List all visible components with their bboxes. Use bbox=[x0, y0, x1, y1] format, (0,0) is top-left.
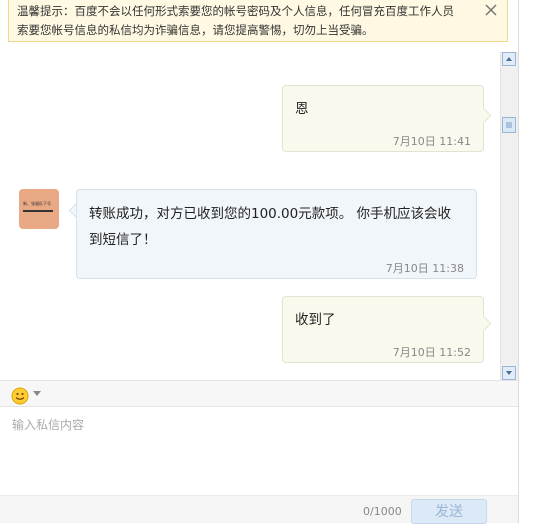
character-counter: 0/1000 bbox=[363, 505, 402, 518]
warning-line-1: 温馨提示：百度不会以任何形式索要您的帐号密码及个人信息，任何冒充百度工作人员 bbox=[17, 4, 454, 18]
chat-scrollbar[interactable] bbox=[500, 52, 518, 380]
message-text: 转账成功，对方已收到您的100.00元款项。 你手机应该会收 到短信了！ bbox=[89, 201, 451, 253]
security-warning-banner: 温馨提示：百度不会以任何形式索要您的帐号密码及个人信息，任何冒充百度工作人员 索… bbox=[8, 0, 508, 42]
composer-toolbar bbox=[0, 380, 518, 407]
send-button[interactable]: 发送 bbox=[411, 499, 487, 524]
warning-text: 温馨提示：百度不会以任何形式索要您的帐号密码及个人信息，任何冒充百度工作人员 索… bbox=[17, 2, 487, 40]
grip-icon bbox=[506, 122, 512, 128]
message-bubble-sent: 恩 7月10日 11:41 bbox=[282, 85, 484, 152]
message-bubble-sent: 收到了 7月10日 11:52 bbox=[282, 296, 484, 363]
message-text-line-1: 转账成功，对方已收到您的100.00元款项。 你手机应该会收 bbox=[89, 206, 452, 222]
message-timestamp: 7月10日 11:38 bbox=[385, 262, 464, 275]
message-timestamp: 7月10日 11:52 bbox=[392, 346, 471, 359]
close-icon[interactable] bbox=[483, 2, 499, 18]
avatar-line bbox=[23, 210, 53, 212]
message-text: 恩 bbox=[295, 101, 309, 117]
chevron-up-icon bbox=[506, 57, 512, 61]
warning-line-2: 索要您帐号信息的私信均为诈骗信息，请您提高警惕，切勿上当受骗。 bbox=[17, 23, 374, 37]
chevron-down-icon[interactable] bbox=[33, 391, 41, 396]
message-bubble-received: 转账成功，对方已收到您的100.00元款项。 你手机应该会收 到短信了！ 7月1… bbox=[76, 189, 477, 279]
scroll-thumb[interactable] bbox=[502, 117, 516, 133]
avatar-caption: 新、张福队下号 bbox=[23, 201, 51, 206]
scroll-down-button[interactable] bbox=[502, 366, 516, 380]
message-text: 收到了 bbox=[295, 312, 336, 328]
message-composer[interactable] bbox=[0, 407, 518, 495]
scroll-up-button[interactable] bbox=[502, 52, 516, 66]
message-text-line-2: 到短信了！ bbox=[89, 232, 157, 248]
smiley-icon[interactable] bbox=[11, 387, 29, 405]
message-timestamp: 7月10日 11:41 bbox=[392, 135, 471, 148]
message-input[interactable] bbox=[0, 407, 518, 495]
avatar[interactable]: 新、张福队下号 bbox=[19, 189, 59, 229]
message-panel: 温馨提示：百度不会以任何形式索要您的帐号密码及个人信息，任何冒充百度工作人员 索… bbox=[0, 0, 519, 524]
page-margin bbox=[519, 0, 558, 523]
chevron-down-icon bbox=[506, 371, 512, 375]
chat-history[interactable]: 恩 7月10日 11:41 新、张福队下号 转账成功，对方已收到您的100.00… bbox=[0, 50, 518, 380]
composer-footer: 0/1000 发送 bbox=[0, 495, 518, 524]
